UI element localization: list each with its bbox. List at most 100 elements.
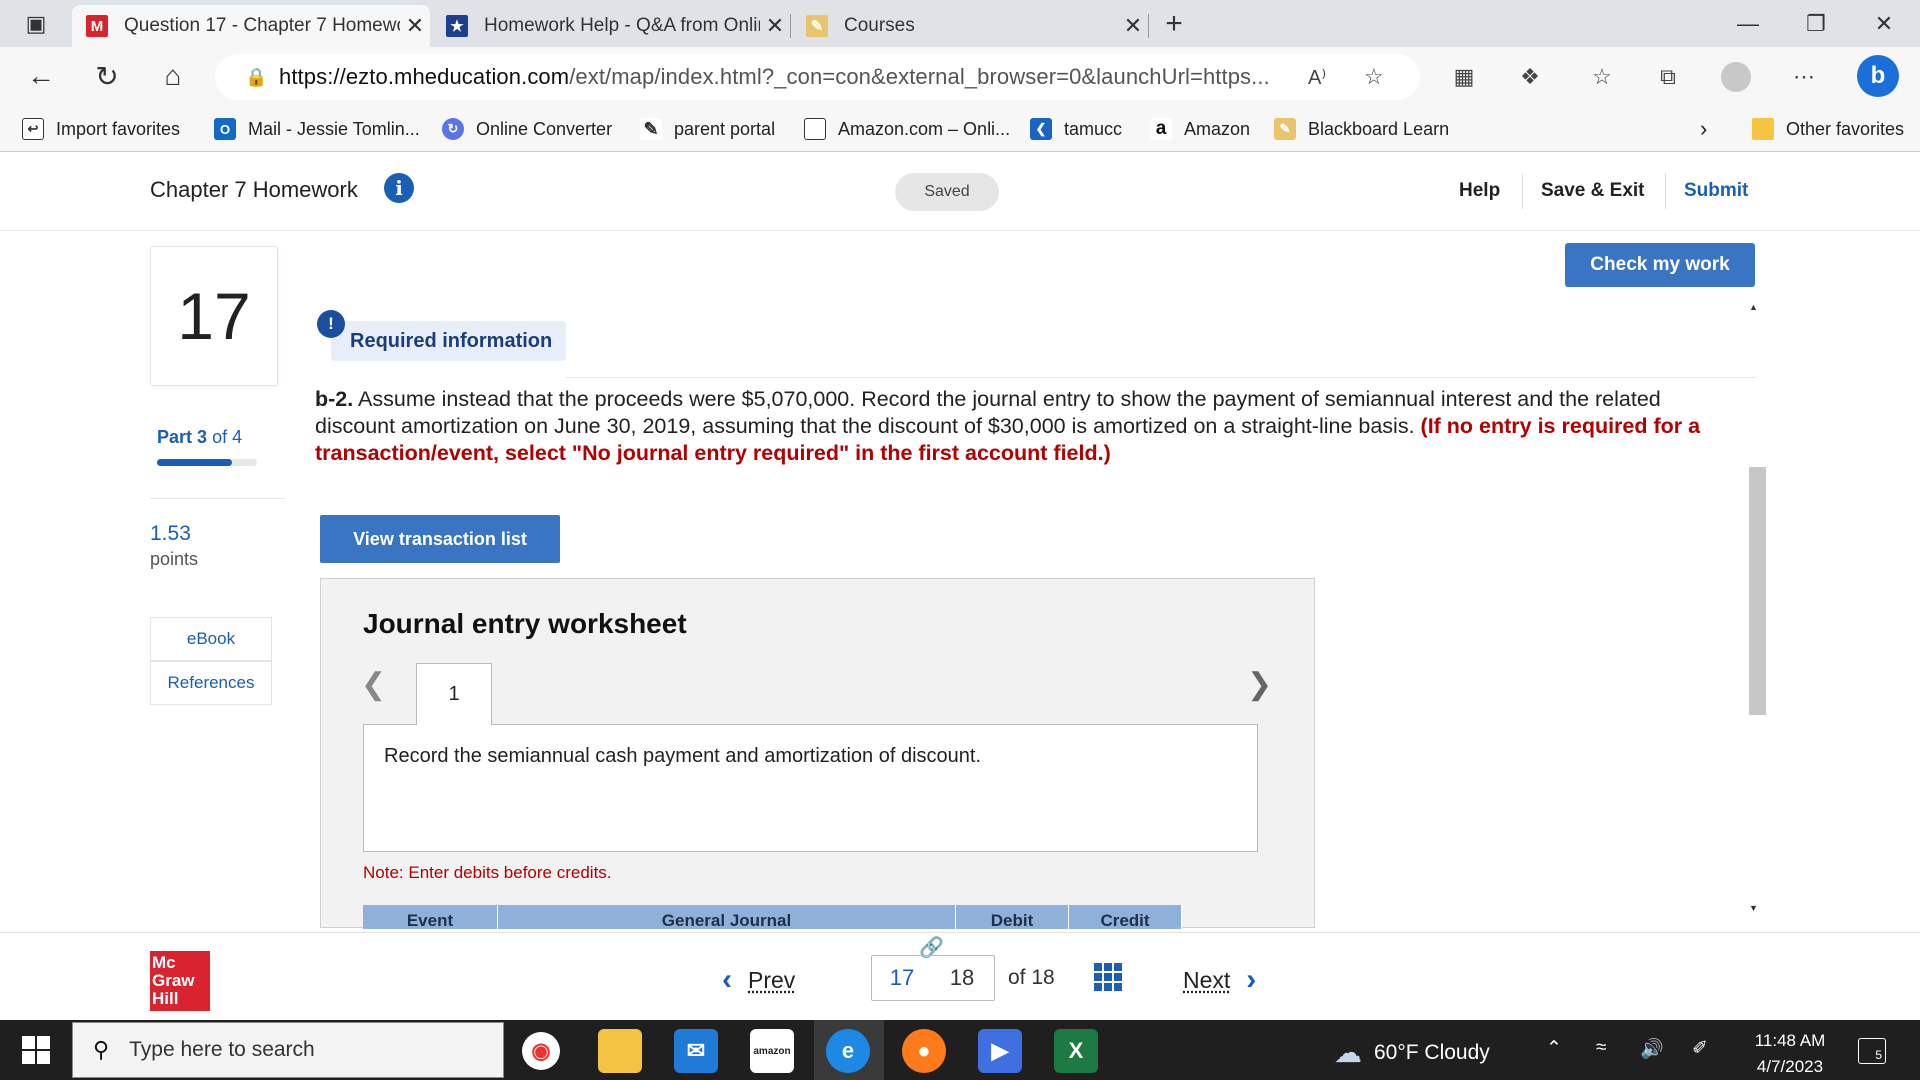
bing-icon[interactable]: b bbox=[1856, 54, 1900, 98]
submit-button[interactable]: Submit bbox=[1684, 180, 1748, 202]
chevron-left-icon[interactable]: ❮ bbox=[361, 667, 386, 702]
current-page[interactable]: 17 bbox=[872, 965, 932, 991]
back-icon[interactable]: ← bbox=[20, 55, 62, 97]
prev-button[interactable]: ‹ Prev bbox=[722, 963, 795, 997]
collections-icon[interactable]: ⧉ bbox=[1650, 59, 1686, 95]
lock-icon: 🔒 bbox=[245, 66, 268, 87]
worksheet-description: Record the semiannual cash payment and a… bbox=[363, 724, 1258, 852]
ebook-button[interactable]: eBook bbox=[150, 617, 272, 661]
url-field[interactable]: 🔒 https://ezto.mheducation.com/ext/map/i… bbox=[215, 54, 1420, 100]
favorite-parent-portal[interactable]: ✎ parent portal bbox=[640, 114, 775, 144]
view-transaction-list-button[interactable]: View transaction list bbox=[320, 515, 560, 563]
next-page-number[interactable]: 18 bbox=[932, 965, 992, 991]
required-information-toggle[interactable]: Required information bbox=[331, 321, 566, 361]
tab-courses[interactable]: ✎ Courses ✕ bbox=[792, 5, 1148, 47]
amazon-app-icon[interactable]: amazon bbox=[750, 1029, 794, 1073]
read-aloud-icon[interactable]: A⁾ bbox=[1308, 65, 1364, 90]
favorite-import[interactable]: ↩ Import favorites bbox=[22, 114, 180, 144]
page-total: of 18 bbox=[1008, 966, 1055, 989]
part-progress-bar bbox=[157, 459, 257, 466]
favorite-mail[interactable]: O Mail - Jessie Tomlin... bbox=[214, 114, 420, 144]
windows-taskbar: ⚲ Type here to search ◉ ✉ amazon e ● ▶ X… bbox=[0, 1020, 1920, 1080]
add-favorite-icon[interactable]: ☆ bbox=[1364, 64, 1420, 90]
search-icon: ⚲ bbox=[93, 1037, 110, 1062]
scroll-down-arrow-icon[interactable]: ▼ bbox=[1749, 903, 1758, 913]
points-value: 1.53 bbox=[150, 522, 191, 545]
chevron-up-icon[interactable]: ⌃ bbox=[1546, 1037, 1562, 1060]
close-window-icon[interactable]: ✕ bbox=[1864, 6, 1904, 42]
favorite-online-converter[interactable]: ↻ Online Converter bbox=[442, 114, 612, 144]
favorites-icon[interactable]: ☆ bbox=[1584, 59, 1620, 95]
edge-icon[interactable]: e bbox=[826, 1029, 870, 1073]
home-icon[interactable]: ⌂ bbox=[152, 55, 194, 97]
weather-widget[interactable]: ☁ 60°F Cloudy bbox=[1334, 1036, 1490, 1069]
chrome-icon[interactable]: ◉ bbox=[522, 1032, 560, 1070]
firefox-icon[interactable]: ● bbox=[902, 1029, 946, 1073]
info-icon[interactable]: i bbox=[384, 173, 414, 203]
worksheet-tab-1[interactable]: 1 bbox=[416, 663, 492, 725]
chevron-left-icon: ‹ bbox=[722, 963, 732, 996]
references-button[interactable]: References bbox=[150, 661, 272, 705]
chegg-star-icon: ★ bbox=[446, 15, 468, 37]
page-selector[interactable]: 17 18 bbox=[871, 955, 995, 1001]
profile-avatar-icon[interactable] bbox=[1718, 59, 1754, 95]
volume-icon[interactable]: 🔊 bbox=[1640, 1037, 1664, 1061]
scroll-up-arrow-icon[interactable]: ▲ bbox=[1749, 302, 1758, 312]
close-tab-icon[interactable]: ✕ bbox=[1118, 13, 1148, 39]
favorite-label: Online Converter bbox=[476, 118, 613, 139]
column-header-event: Event bbox=[363, 905, 498, 929]
question-navigation-footer: Mc Graw Hill ‹ Prev 🔗 17 18 of 18 Next › bbox=[0, 932, 1920, 1020]
save-exit-button[interactable]: Save & Exit bbox=[1541, 180, 1645, 202]
next-button[interactable]: Next › bbox=[1183, 963, 1256, 997]
saved-status-badge: Saved bbox=[895, 173, 999, 211]
restore-icon[interactable]: ❐ bbox=[1796, 6, 1836, 42]
tab-separator bbox=[1148, 14, 1149, 38]
more-menu-icon[interactable]: ⋯ bbox=[1786, 59, 1822, 95]
question-grid-icon[interactable] bbox=[1094, 963, 1122, 991]
worksheet-note: Note: Enter debits before credits. bbox=[363, 863, 612, 882]
favorites-overflow-chevron-icon[interactable]: › bbox=[1700, 114, 1707, 144]
favorite-tamucc[interactable]: ❮ tamucc bbox=[1030, 114, 1122, 144]
help-button[interactable]: Help bbox=[1459, 180, 1500, 202]
assignment-title: Chapter 7 Homework bbox=[150, 177, 358, 202]
refresh-icon[interactable]: ↻ bbox=[86, 55, 128, 97]
amazon-icon: a bbox=[1150, 118, 1172, 140]
favorite-amazon[interactable]: a Amazon bbox=[1150, 114, 1250, 144]
excel-icon[interactable]: X bbox=[1054, 1029, 1098, 1073]
close-tab-icon[interactable]: ✕ bbox=[760, 13, 790, 39]
chevron-right-icon: › bbox=[1246, 963, 1257, 996]
favorites-bar: ↩ Import favorites O Mail - Jessie Tomli… bbox=[0, 106, 1920, 152]
notification-center-icon[interactable]: 5 bbox=[1858, 1038, 1886, 1064]
wifi-icon[interactable]: ≈ bbox=[1596, 1037, 1606, 1059]
favorite-blackboard[interactable]: ✎ Blackboard Learn bbox=[1274, 114, 1449, 144]
tab-question-17[interactable]: M Question 17 - Chapter 7 Homework ✕ bbox=[72, 5, 430, 47]
taskbar-search-input[interactable]: ⚲ Type here to search bbox=[72, 1022, 504, 1078]
column-header-general-journal: General Journal bbox=[498, 905, 956, 929]
chevron-right-icon[interactable]: ❯ bbox=[1247, 667, 1272, 702]
question-number: 17 bbox=[150, 246, 278, 386]
file-explorer-icon[interactable] bbox=[598, 1029, 642, 1073]
favorite-other[interactable]: Other favorites bbox=[1752, 114, 1904, 144]
pen-icon[interactable]: ✐ bbox=[1692, 1037, 1708, 1060]
check-my-work-button[interactable]: Check my work bbox=[1565, 243, 1755, 287]
minimize-icon[interactable]: — bbox=[1728, 6, 1768, 42]
close-tab-icon[interactable]: ✕ bbox=[400, 13, 430, 39]
favorite-label: parent portal bbox=[674, 118, 776, 139]
blackboard-icon: ✎ bbox=[806, 15, 828, 37]
mail-icon[interactable]: ✉ bbox=[674, 1029, 718, 1073]
logo-line: Graw bbox=[152, 971, 195, 990]
tab-title: Courses bbox=[844, 15, 915, 36]
power-automate-icon[interactable]: ▶ bbox=[978, 1029, 1022, 1073]
windows-start-icon[interactable] bbox=[22, 1036, 50, 1064]
header-divider bbox=[1665, 173, 1666, 209]
tab-actions-icon[interactable]: ▣ bbox=[16, 6, 56, 42]
tab-homework-help[interactable]: ★ Homework Help - Q&A from Online Tutors… bbox=[432, 5, 790, 47]
new-tab-button[interactable]: + bbox=[1154, 6, 1194, 42]
scrollbar-thumb[interactable] bbox=[1749, 467, 1766, 715]
cloud-icon: ☁ bbox=[1334, 1037, 1362, 1068]
notification-count: 5 bbox=[1875, 1048, 1882, 1062]
favorite-amazon-online[interactable]: Amazon.com – Onli... bbox=[804, 114, 1010, 144]
extensions-puzzle-icon[interactable]: ❖ bbox=[1512, 59, 1548, 95]
extension-icon[interactable]: ▦ bbox=[1446, 59, 1482, 95]
clock[interactable]: 11:48 AM 4/7/2023 bbox=[1748, 1028, 1832, 1080]
